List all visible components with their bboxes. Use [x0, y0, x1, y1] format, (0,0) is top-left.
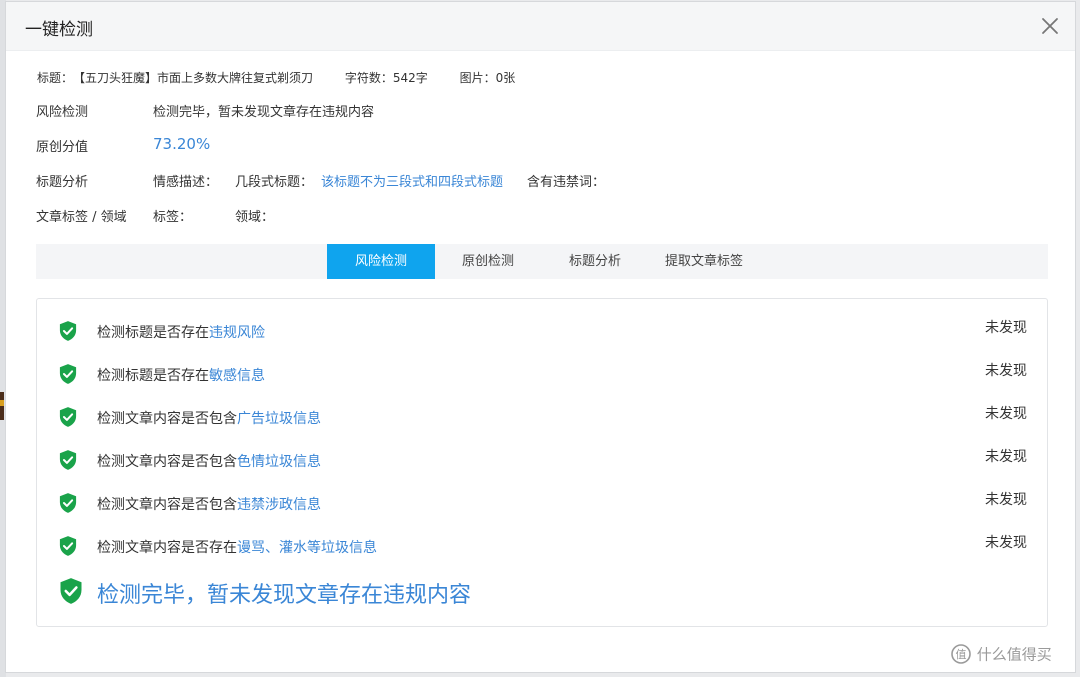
check-row: 检测标题是否存在敏感信息 未发现 [59, 363, 1027, 387]
article-meta: 标题：【五刀头狂魔】市面上多数大牌往复式剃须刀 字符数：542字 图片：0张 [37, 69, 515, 86]
check-status: 未发现 [985, 363, 1027, 379]
risk-value: 检测完毕，暂未发现文章存在违规内容 [153, 105, 375, 120]
banned-words-label: 含有违禁词： [527, 175, 606, 190]
check-row: 检测文章内容是否包含色情垃圾信息 未发现 [59, 449, 1027, 473]
dialog-header: 一键检测 [6, 2, 1075, 51]
tab-risk-detection[interactable]: 风险检测 [327, 244, 435, 279]
check-status: 未发现 [985, 449, 1027, 465]
check-status: 未发现 [985, 406, 1027, 422]
tab-extract-tags[interactable]: 提取文章标签 [649, 244, 759, 279]
check-row: 检测标题是否存在违规风险 未发现 [59, 320, 1027, 344]
shield-check-icon [59, 450, 77, 470]
domain-label: 领域： [235, 210, 275, 225]
close-button[interactable] [1039, 15, 1061, 37]
check-row: 检测文章内容是否包含广告垃圾信息 未发现 [59, 406, 1027, 430]
emotion-label: 情感描述： [153, 175, 219, 190]
segment-value: 该标题不为三段式和四段式标题 [321, 175, 504, 190]
svg-text:值: 值 [956, 648, 967, 661]
tab-bar: 风险检测 原创检测 标题分析 提取文章标签 [36, 244, 1048, 279]
meta-images-value: 0张 [495, 71, 516, 85]
check-status: 未发现 [985, 492, 1027, 508]
check-text: 检测文章内容是否包含色情垃圾信息 [97, 454, 321, 470]
check-text: 检测文章内容是否包含违禁涉政信息 [97, 497, 321, 513]
tags-label: 标签： [153, 210, 193, 225]
watermark: 值 什么值得买 [950, 643, 1052, 665]
tab-original-detection[interactable]: 原创检测 [435, 244, 541, 279]
check-highlight: 谩骂、灌水等垃圾信息 [237, 540, 377, 556]
shield-check-icon [60, 578, 82, 604]
check-text: 检测标题是否存在违规风险 [97, 325, 265, 341]
risk-result-panel: 检测标题是否存在违规风险 未发现 检测标题是否存在敏感信息 未发现 检测文章内容… [36, 298, 1048, 627]
close-icon [1042, 18, 1058, 34]
risk-label: 风险检测 [36, 105, 89, 120]
check-status: 未发现 [985, 320, 1027, 336]
check-status: 未发现 [985, 535, 1027, 551]
dialog-title: 一键检测 [25, 20, 93, 40]
shield-check-icon [59, 321, 77, 341]
check-row: 检测文章内容是否包含违禁涉政信息 未发现 [59, 492, 1027, 516]
summary-text: 检测完毕，暂未发现文章存在违规内容 [97, 583, 472, 608]
check-highlight: 色情垃圾信息 [237, 454, 321, 470]
shield-check-icon [59, 536, 77, 556]
segment-label: 几段式标题： [235, 175, 314, 190]
meta-title-value: 【五刀头狂魔】市面上多数大牌往复式剃须刀 [73, 71, 314, 85]
background-image-fragment [0, 400, 4, 406]
shield-check-icon [59, 364, 77, 384]
original-score-value: 73.20% [153, 135, 211, 153]
check-text: 检测文章内容是否包含广告垃圾信息 [97, 411, 321, 427]
tab-title-analysis[interactable]: 标题分析 [541, 244, 649, 279]
background-image-fragment [0, 392, 4, 420]
check-text: 检测文章内容是否存在谩骂、灌水等垃圾信息 [97, 540, 377, 556]
check-row: 检测文章内容是否存在谩骂、灌水等垃圾信息 未发现 [59, 535, 1027, 559]
check-highlight: 违规风险 [209, 325, 265, 341]
watermark-logo-icon: 值 [951, 644, 971, 664]
shield-check-icon [59, 493, 77, 513]
shield-check-icon [59, 407, 77, 427]
meta-chars-label: 字符数： [344, 71, 393, 85]
meta-images-label: 图片： [459, 71, 496, 85]
original-score-label: 原创分值 [36, 140, 89, 155]
detection-dialog: 一键检测 标题：【五刀头狂魔】市面上多数大牌往复式剃须刀 字符数：542字 图片… [5, 1, 1076, 673]
watermark-text: 什么值得买 [976, 645, 1052, 664]
meta-title-label: 标题： [37, 71, 74, 85]
meta-chars-value: 542字 [392, 71, 428, 85]
check-highlight: 广告垃圾信息 [237, 411, 321, 427]
title-analysis-label: 标题分析 [36, 175, 89, 190]
check-highlight: 敏感信息 [209, 368, 265, 384]
check-text: 检测标题是否存在敏感信息 [97, 368, 265, 384]
tags-domain-label: 文章标签 / 领域 [36, 210, 127, 225]
check-highlight: 违禁涉政信息 [237, 497, 321, 513]
